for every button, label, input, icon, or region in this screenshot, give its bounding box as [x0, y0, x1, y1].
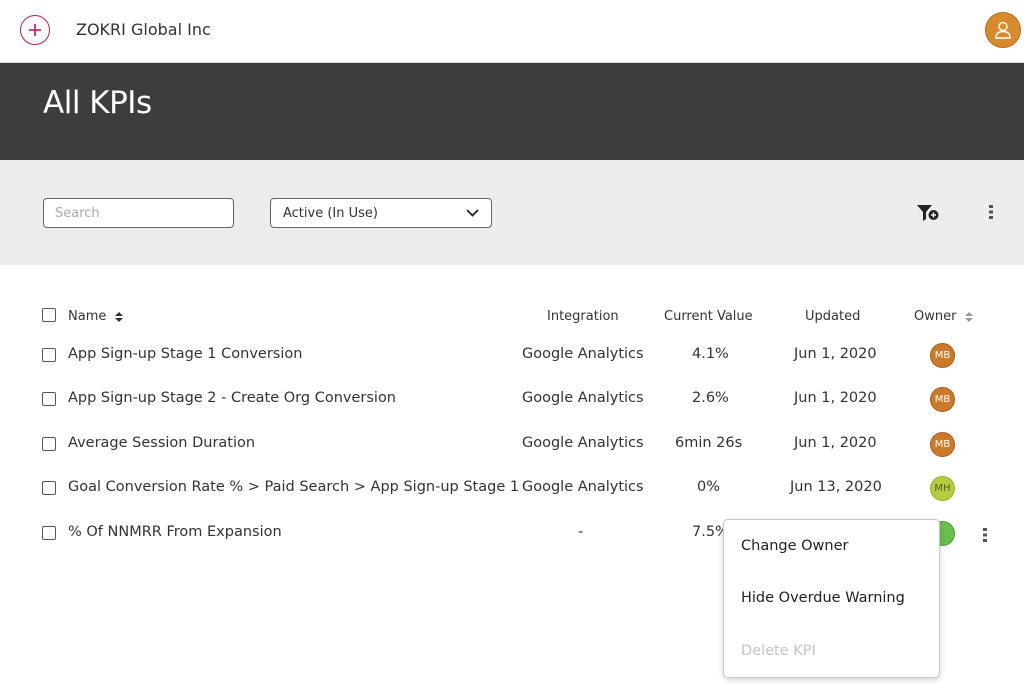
org-name[interactable]: ZOKRI Global Inc [76, 20, 211, 39]
row-context-menu: Change Owner Hide Overdue Warning Delete… [723, 519, 940, 678]
table-row[interactable]: Goal Conversion Rate % > Paid Search > A… [0, 469, 1024, 509]
user-icon [995, 21, 1011, 39]
table-row[interactable]: Average Session Duration Google Analytic… [0, 425, 1024, 465]
kpi-integration: - [578, 524, 584, 540]
table-row[interactable]: App Sign-up Stage 1 Conversion Google An… [0, 336, 1024, 376]
sort-icon [114, 311, 123, 322]
table-row[interactable]: App Sign-up Stage 2 - Create Org Convers… [0, 380, 1024, 420]
page-title: All KPIs [43, 85, 152, 121]
row-checkbox[interactable] [42, 526, 56, 540]
row-more-button[interactable] [981, 527, 989, 547]
menu-item-delete-kpi: Delete KPI [741, 643, 816, 659]
kpi-updated: Jun 1, 2020 [794, 346, 877, 362]
kpi-name[interactable]: App Sign-up Stage 1 Conversion [68, 346, 302, 362]
menu-item-hide-overdue-warning[interactable]: Hide Overdue Warning [741, 590, 905, 606]
select-all-checkbox[interactable] [42, 308, 56, 322]
kpi-current-value: 0% [697, 479, 721, 495]
row-checkbox[interactable] [42, 348, 56, 362]
status-filter-select[interactable]: Active (In Use) [270, 198, 492, 228]
filter-add-icon [917, 205, 939, 221]
add-button[interactable] [20, 15, 50, 45]
page-header: All KPIs [0, 63, 1024, 160]
page-more-button[interactable] [986, 204, 996, 224]
status-filter-value: Active (In Use) [283, 205, 378, 221]
kpi-name[interactable]: Average Session Duration [68, 435, 255, 451]
owner-avatar[interactable]: MB [930, 343, 955, 368]
menu-item-change-owner[interactable]: Change Owner [741, 538, 848, 554]
chevron-down-icon [466, 209, 479, 217]
kpi-updated: Jun 13, 2020 [790, 479, 882, 495]
kpi-updated: Jun 1, 2020 [794, 435, 877, 451]
more-vertical-icon [983, 528, 987, 542]
owner-avatar[interactable]: MH [930, 476, 955, 501]
column-name[interactable]: Name [68, 309, 123, 324]
kpi-integration: Google Analytics [522, 346, 644, 362]
column-integration: Integration [547, 309, 619, 324]
more-vertical-icon [989, 205, 993, 219]
kpi-name[interactable]: % Of NNMRR From Expansion [68, 524, 282, 540]
user-menu-button[interactable] [985, 12, 1021, 48]
owner-avatar[interactable]: MB [930, 387, 955, 412]
kpi-current-value: 4.1% [692, 346, 729, 362]
row-checkbox[interactable] [42, 392, 56, 406]
top-bar: ZOKRI Global Inc [0, 0, 1024, 63]
kpi-updated: Jun 1, 2020 [794, 390, 877, 406]
kpi-integration: Google Analytics [522, 479, 644, 495]
column-owner[interactable]: Owner [914, 309, 973, 324]
table-header: Name Integration Current Value Updated O… [0, 308, 1024, 326]
kpi-integration: Google Analytics [522, 390, 644, 406]
kpi-name[interactable]: App Sign-up Stage 2 - Create Org Convers… [68, 390, 396, 406]
search-input[interactable] [43, 198, 234, 228]
sort-icon [964, 311, 973, 322]
add-filter-button[interactable] [916, 203, 940, 227]
kpi-integration: Google Analytics [522, 435, 644, 451]
column-current-value: Current Value [664, 309, 753, 324]
kpi-current-value: 6min 26s [675, 435, 743, 451]
column-updated: Updated [805, 309, 861, 324]
kpi-current-value: 2.6% [692, 390, 729, 406]
column-name-label: Name [68, 309, 107, 324]
plus-icon [29, 24, 41, 36]
row-checkbox[interactable] [42, 437, 56, 451]
row-checkbox[interactable] [42, 481, 56, 495]
column-owner-label: Owner [914, 309, 957, 324]
kpi-name[interactable]: Goal Conversion Rate % > Paid Search > A… [68, 479, 519, 495]
owner-avatar[interactable]: MB [930, 432, 955, 457]
filter-toolbar: Active (In Use) [0, 160, 1024, 265]
